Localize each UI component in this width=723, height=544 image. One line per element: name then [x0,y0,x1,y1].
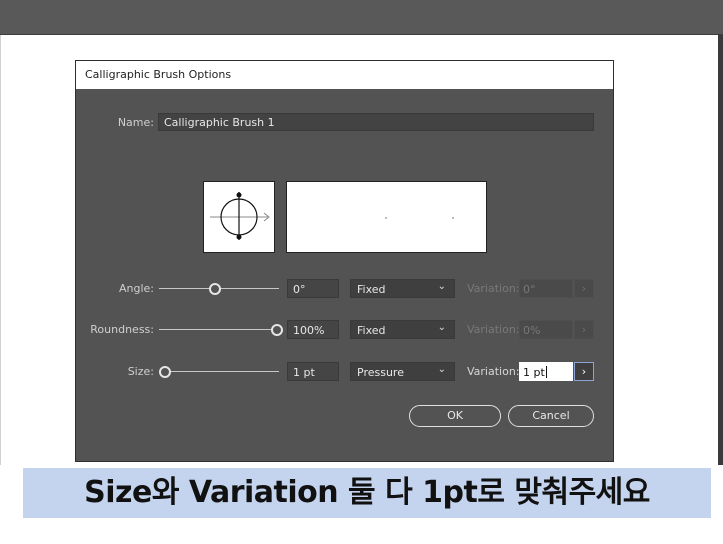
angle-variation-field: 0° [519,279,573,298]
roundness-mode-dropdown[interactable]: Fixed ⌄ [350,320,455,339]
roundness-slider-knob[interactable] [271,324,283,336]
canvas-right-scrollbar[interactable] [718,35,723,465]
size-mode-dropdown[interactable]: Pressure ⌄ [350,362,455,381]
roundness-variation-field: 0% [519,320,573,339]
angle-slider-knob[interactable] [209,283,222,295]
calligraphic-brush-options-dialog: Calligraphic Brush Options Name: Calligr… [75,60,614,462]
roundness-slider-track[interactable] [159,329,279,330]
size-variation-value: 1 pt [523,366,545,379]
size-field[interactable]: 1 pt [287,362,339,381]
size-variation-label: Variation: [467,365,520,378]
chevron-down-icon: ⌄ [437,364,446,375]
instruction-caption: Size와 Variation 둘 다 1pt로 맞춰주세요 [23,468,711,518]
brush-stroke-preview [286,181,487,253]
size-variation-field[interactable]: 1 pt [519,362,573,381]
cancel-button[interactable]: Cancel [508,405,594,427]
name-field[interactable]: Calligraphic Brush 1 [158,113,594,131]
chevron-down-icon: ⌄ [437,281,446,292]
size-variation-stepper-icon[interactable]: › [574,362,594,381]
angle-mode-value: Fixed [357,283,386,296]
canvas-left-edge [0,35,1,465]
angle-variation-stepper-icon: › [574,279,594,298]
ok-button[interactable]: OK [409,405,501,427]
angle-field[interactable]: 0° [287,279,339,298]
angle-roundness-preview-icon[interactable] [203,181,275,253]
name-label: Name: [117,116,154,129]
roundness-variation-label: Variation: [467,323,520,336]
size-slider-knob[interactable] [159,366,171,378]
angle-mode-dropdown[interactable]: Fixed ⌄ [350,279,455,298]
chevron-down-icon: ⌄ [437,322,446,333]
angle-variation-label: Variation: [467,282,520,295]
dialog-title: Calligraphic Brush Options [76,61,613,89]
size-label: Size: [127,365,154,378]
size-slider-track[interactable] [159,371,279,372]
roundness-field[interactable]: 100% [287,320,339,339]
angle-label: Angle: [118,282,154,295]
roundness-mode-value: Fixed [357,324,386,337]
roundness-variation-stepper-icon: › [574,320,594,339]
app-top-bar [0,0,723,35]
roundness-label: Roundness: [90,323,154,336]
size-mode-value: Pressure [357,366,404,379]
text-cursor [545,366,547,378]
